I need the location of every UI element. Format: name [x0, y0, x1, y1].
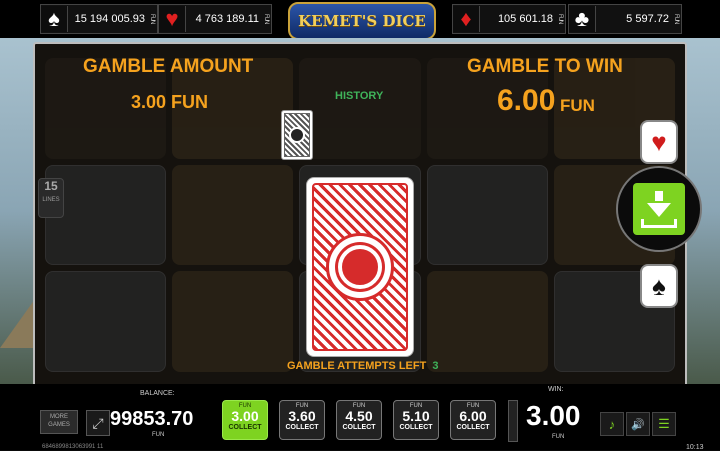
lines-indicator: 15 LINES — [38, 178, 64, 218]
sound-button[interactable]: 🔊 — [626, 412, 650, 436]
bet-value: 3.00 — [231, 408, 259, 424]
menu-button[interactable]: ☰ — [652, 412, 676, 436]
bottom-bar: BALANCE: MORE GAMES ⤢ 99853.70 FUN FUN 3… — [0, 384, 720, 451]
collect-button[interactable] — [616, 166, 702, 252]
lines-label: LINES — [42, 197, 60, 203]
reel-cell — [45, 271, 167, 372]
bet-value: 6.00 — [459, 408, 487, 424]
reel-cell — [426, 164, 548, 266]
spade-icon: ♠ — [652, 270, 666, 301]
history-card — [281, 110, 313, 160]
reel-cell — [426, 271, 548, 372]
jackpot-currency: FUN — [557, 14, 563, 24]
card-emblem-icon — [289, 127, 305, 143]
gamble-amount-value: 3.00 FUN — [131, 92, 209, 112]
black-card-button[interactable]: ♠ — [640, 264, 678, 308]
club-icon: ♣ — [569, 6, 596, 32]
reel-cell — [172, 164, 294, 266]
balance-currency: FUN — [152, 432, 165, 438]
fullscreen-icon: ⤢ — [92, 414, 104, 431]
game-logo: KEMET'S DICE — [288, 2, 436, 40]
gamble-to-win-title: GAMBLE TO WIN — [467, 56, 623, 77]
bet-action: COLLECT — [342, 424, 376, 431]
jackpot-club: ♣ 5 597.72 FUN — [568, 4, 682, 34]
card-back-pattern — [284, 113, 310, 157]
spade-icon: ♠ — [41, 6, 68, 32]
gamble-to-win-value: 6.00 — [497, 84, 556, 117]
gamble-card — [306, 177, 414, 357]
jackpot-currency: FUN — [149, 14, 155, 24]
history-label: HISTORY — [335, 90, 384, 102]
jackpot-value: 5 597.72 — [626, 13, 669, 25]
bet-action: COLLECT — [456, 424, 490, 431]
balance-label: BALANCE: — [140, 390, 175, 397]
gamble-to-win-currency: FUN — [560, 96, 595, 115]
jackpot-value: 15 194 005.93 — [74, 13, 145, 25]
speaker-icon: 🔊 — [631, 418, 645, 431]
win-currency: FUN — [552, 434, 565, 440]
download-icon — [633, 183, 685, 235]
jackpot-spade: ♠ 15 194 005.93 FUN — [40, 4, 158, 34]
more-games-button[interactable]: MORE GAMES — [40, 410, 78, 434]
jackpot-heart: ♥ 4 763 189.11 FUN — [158, 4, 272, 34]
menu-icon: ☰ — [658, 416, 670, 431]
attempts-count: 3 — [432, 360, 439, 372]
bet-action: COLLECT — [285, 424, 319, 431]
more-games-label: MORE GAMES — [48, 414, 70, 428]
jackpot-bar: ♠ 15 194 005.93 FUN ♥ 4 763 189.11 FUN K… — [0, 0, 720, 40]
reel-cell — [299, 58, 421, 159]
collect-bet-button[interactable]: FUN 5.10 COLLECT — [393, 400, 439, 440]
card-back-pattern — [312, 183, 408, 351]
bet-value: 5.10 — [402, 408, 430, 424]
jackpot-value: 105 601.18 — [497, 13, 553, 25]
bet-action: COLLECT — [228, 424, 262, 431]
diamond-icon: ♦ — [453, 6, 480, 32]
jackpot-diamond: ♦ 105 601.18 FUN — [452, 4, 566, 34]
bet-action: COLLECT — [399, 424, 433, 431]
balance-value: 99853.70 — [110, 408, 194, 430]
jackpot-currency: FUN — [263, 14, 269, 24]
jackpot-currency: FUN — [673, 14, 679, 24]
win-value: 3.00 — [526, 400, 581, 431]
fullscreen-button[interactable]: ⤢ — [86, 410, 110, 436]
bet-value: 4.50 — [345, 408, 373, 424]
lines-count: 15 — [44, 179, 58, 193]
music-button[interactable]: ♪ — [600, 412, 624, 436]
music-icon: ♪ — [608, 416, 616, 432]
gamble-panel: 15 LINES GAMBLE AMOUNT 3.00 FUN GAMBLE T… — [33, 42, 687, 388]
jackpot-value: 4 763 189.11 — [195, 13, 259, 25]
win-label: WIN: — [548, 386, 564, 393]
reel-cell — [172, 271, 294, 372]
collect-bet-button[interactable]: FUN 4.50 COLLECT — [336, 400, 382, 440]
attempts-label: GAMBLE ATTEMPTS LEFT — [287, 360, 427, 372]
gamble-amount-title: GAMBLE AMOUNT — [83, 56, 254, 77]
heart-icon: ♥ — [159, 6, 186, 32]
gamble-attempts: GAMBLE ATTEMPTS LEFT 3 — [287, 360, 438, 372]
bet-value: 3.60 — [288, 408, 316, 424]
logo-text: KEMET'S DICE — [298, 12, 426, 30]
heart-icon: ♥ — [651, 126, 667, 157]
card-emblem-icon — [326, 233, 394, 301]
red-card-button[interactable]: ♥ — [640, 120, 678, 164]
bet-scroll-arrow[interactable] — [508, 400, 518, 442]
collect-bet-button[interactable]: FUN 6.00 COLLECT — [450, 400, 496, 440]
collect-bet-button[interactable]: FUN 3.60 COLLECT — [279, 400, 325, 440]
collect-bet-button[interactable]: FUN 3.00 COLLECT — [222, 400, 268, 440]
ticket-id: 6846899813063991 11 — [42, 444, 104, 450]
